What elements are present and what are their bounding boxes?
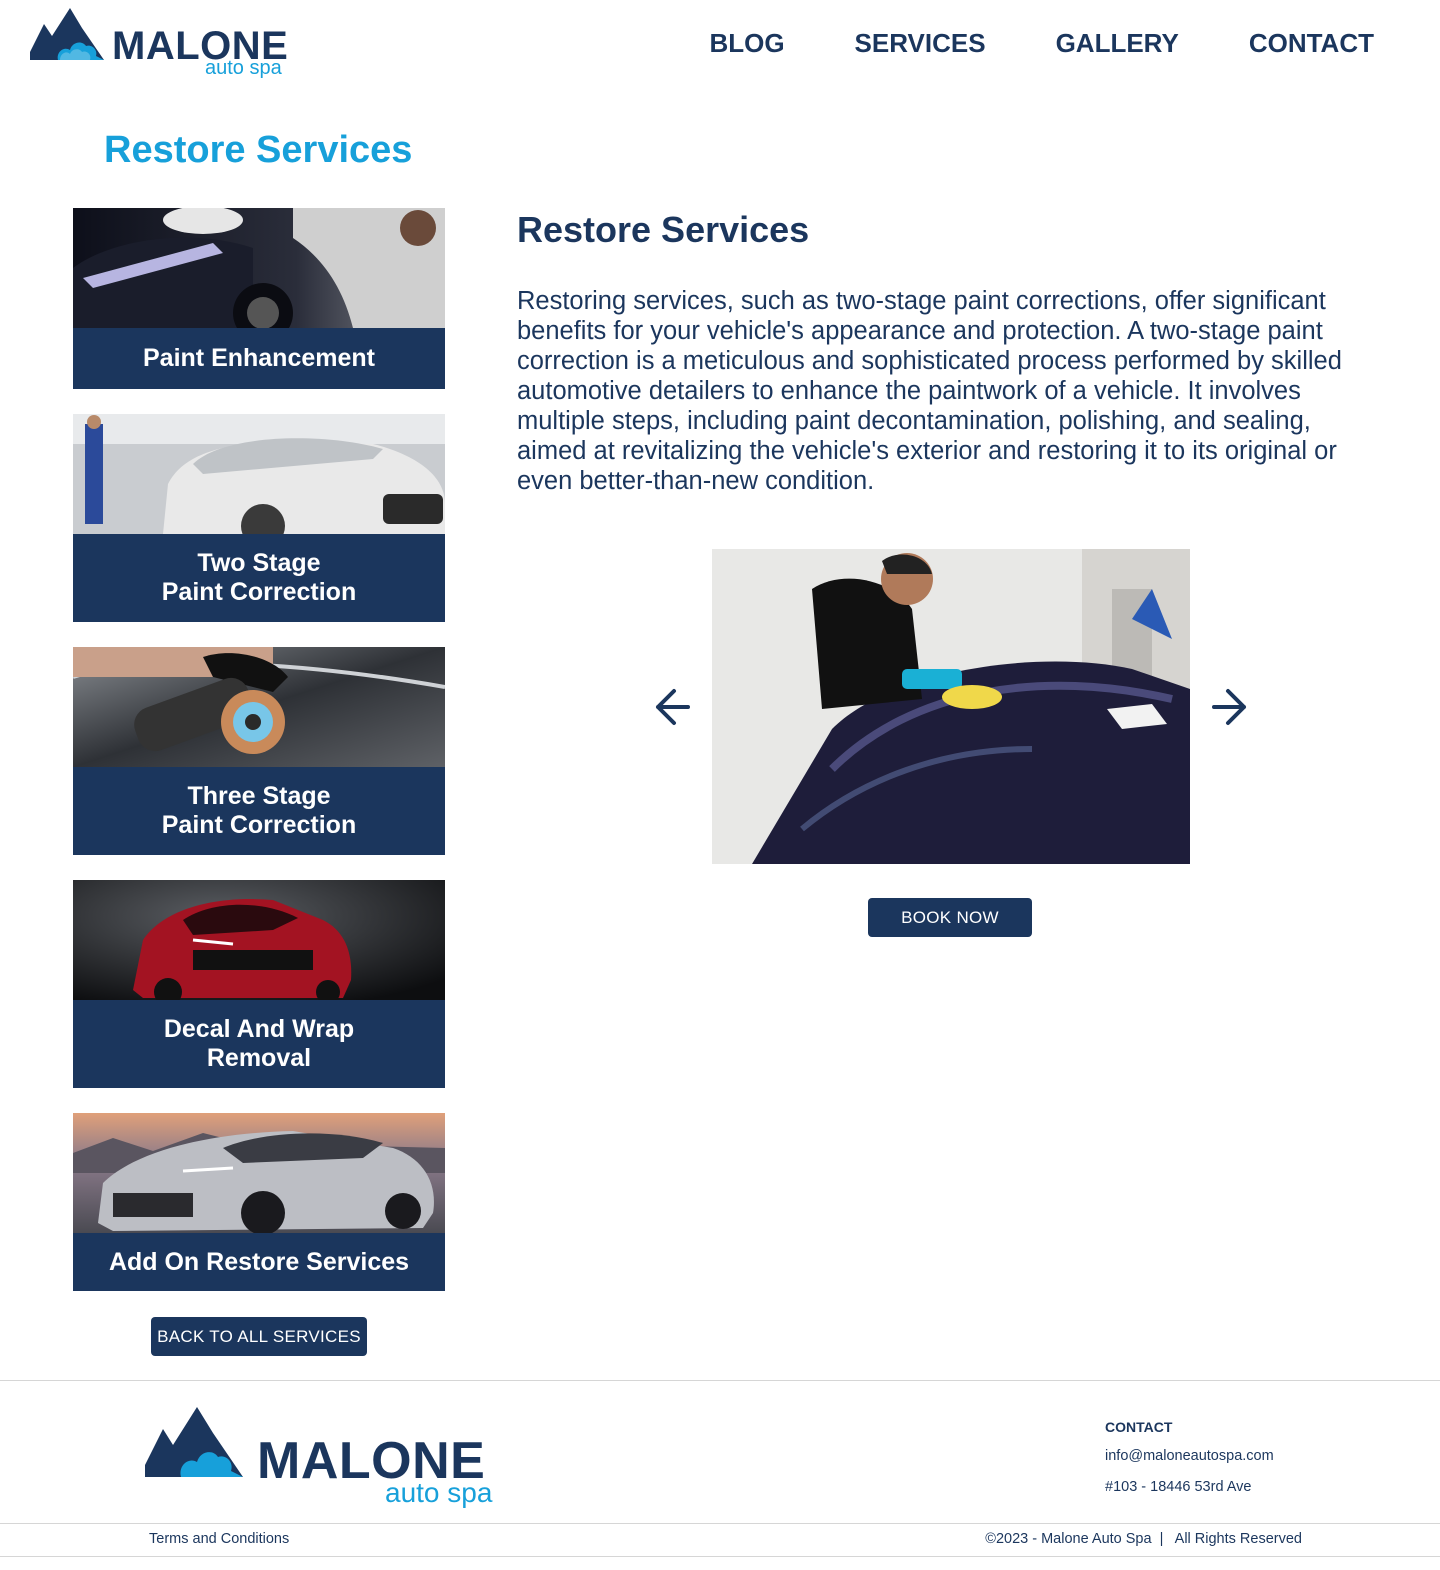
nav-contact[interactable]: CONTACT bbox=[1249, 28, 1374, 59]
card-label: Three Stage Paint Correction bbox=[161, 782, 357, 839]
card-label: Two Stage Paint Correction bbox=[161, 549, 357, 606]
paint-enhancement-image bbox=[73, 208, 445, 328]
footer-divider-bottom bbox=[0, 1523, 1440, 1524]
three-stage-image bbox=[73, 647, 445, 767]
slider-image bbox=[712, 549, 1190, 864]
nav-gallery[interactable]: GALLERY bbox=[1056, 28, 1179, 59]
decal-wrap-image bbox=[73, 880, 445, 1000]
footer-email-link[interactable]: info@maloneautospa.com bbox=[1105, 1448, 1274, 1464]
service-card-three-stage[interactable]: Three Stage Paint Correction bbox=[73, 647, 445, 855]
footer-divider-top bbox=[0, 1380, 1440, 1381]
footer-logo-tagline: auto spa bbox=[385, 1477, 493, 1508]
back-to-all-services-button[interactable]: BACK TO ALL SERVICES bbox=[151, 1317, 367, 1356]
slider-prev-arrow-icon[interactable] bbox=[652, 686, 692, 728]
footer-contact-heading: CONTACT bbox=[1105, 1419, 1173, 1435]
card-label: Add On Restore Services bbox=[108, 1247, 410, 1276]
copyright-text: ©2023 - Malone Auto Spa | All Rights Res… bbox=[985, 1531, 1302, 1547]
nav-blog[interactable]: BLOG bbox=[709, 28, 784, 59]
two-stage-image bbox=[73, 414, 445, 534]
malone-logo[interactable]: MALONE auto spa bbox=[30, 6, 300, 82]
slider-next-arrow-icon[interactable] bbox=[1210, 686, 1250, 728]
content-title: Restore Services bbox=[517, 209, 810, 250]
nav-services[interactable]: SERVICES bbox=[855, 28, 986, 59]
sidebar-title: Restore Services bbox=[104, 129, 413, 171]
book-now-button[interactable]: BOOK NOW bbox=[868, 898, 1032, 937]
mountain-logo-icon bbox=[145, 1407, 243, 1477]
add-on-restore-image bbox=[73, 1113, 445, 1233]
logo-tagline: auto spa bbox=[205, 57, 282, 79]
mountain-logo-icon bbox=[30, 8, 104, 60]
site-header: MALONE auto spa BLOG SERVICES GALLERY CO… bbox=[0, 0, 1440, 95]
main-nav: BLOG SERVICES GALLERY CONTACT bbox=[639, 28, 1374, 59]
card-label: Decal And Wrap Removal bbox=[163, 1015, 355, 1072]
footer-address: #103 - 18446 53rd Ave bbox=[1105, 1479, 1252, 1495]
service-card-add-on-restore[interactable]: Add On Restore Services bbox=[73, 1113, 445, 1291]
terms-link[interactable]: Terms and Conditions bbox=[149, 1531, 289, 1547]
footer-logo[interactable]: MALONE auto spa bbox=[145, 1405, 515, 1515]
card-label: Paint Enhancement bbox=[143, 344, 375, 372]
service-card-paint-enhancement[interactable]: Paint Enhancement bbox=[73, 208, 445, 389]
footer-divider-end bbox=[0, 1556, 1440, 1557]
service-card-two-stage[interactable]: Two Stage Paint Correction bbox=[73, 414, 445, 622]
service-card-decal-wrap[interactable]: Decal And Wrap Removal bbox=[73, 880, 445, 1088]
content-description: Restoring services, such as two-stage pa… bbox=[517, 287, 1342, 495]
